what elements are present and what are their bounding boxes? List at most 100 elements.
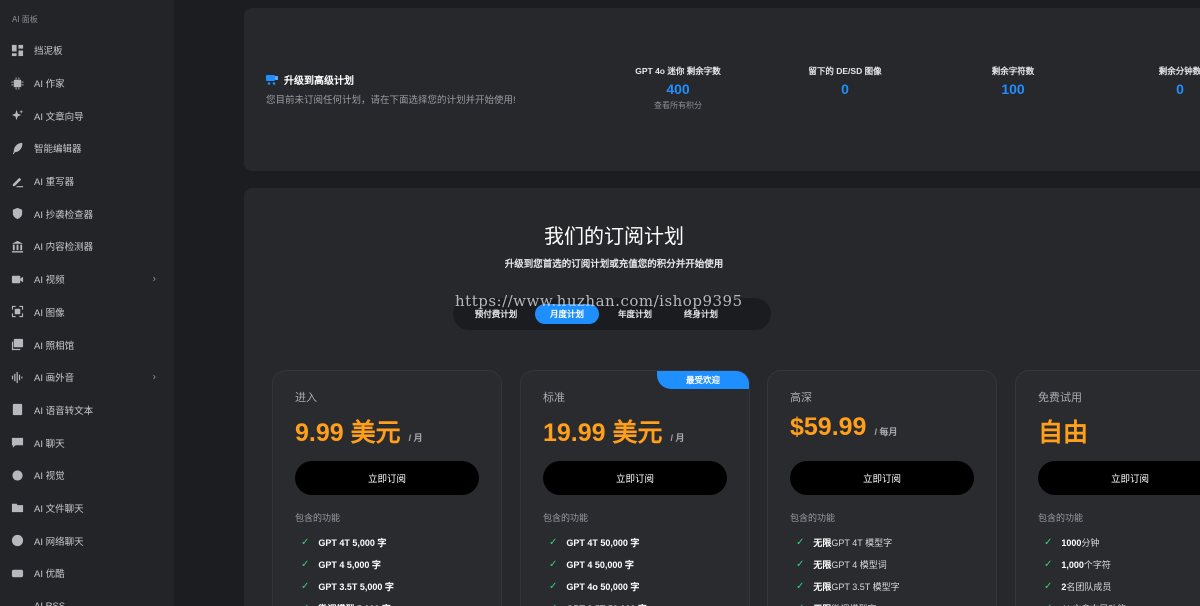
sidebar-item[interactable]: AI 照相馆	[0, 328, 174, 361]
plans-card: 我们的订阅计划 升级到您首选的订阅计划或充值您的积分并开始使用 预付费计划 月度…	[244, 188, 1200, 606]
sidebar-item-label: AI 图像	[34, 307, 65, 319]
chevron-right-icon[interactable]: ›	[153, 372, 156, 383]
sidebar-item[interactable]: AI 内容检测器	[0, 230, 174, 263]
waveform-icon	[10, 370, 24, 384]
feature-strong: 1000	[1061, 537, 1082, 548]
sidebar-item[interactable]: 挡泥板	[0, 34, 174, 67]
sidebar-item[interactable]: AI 视频 ›	[0, 263, 174, 296]
feature-item: ✓ GPT 4o 50,000 字	[549, 580, 639, 593]
chat-icon	[10, 436, 24, 450]
upgrade-title-text: 升级到高级计划	[284, 76, 354, 87]
plan-price-row: 9.99 美元 / 月	[295, 413, 423, 449]
plan-name: 免费试用	[1038, 392, 1082, 404]
sidebar-item[interactable]: AI 语音转文本	[0, 394, 174, 427]
sidebar-item[interactable]: AI 优酷	[0, 557, 174, 590]
feature-item: ✓ 微调模型 5,000 字	[301, 602, 391, 606]
sidebar-item-label: AI 语音转文本	[34, 405, 94, 417]
feature-strong: GPT 4T 5,000 字	[318, 538, 387, 548]
sidebar-item[interactable]: 智能编辑器	[0, 132, 174, 165]
plan-price: 19.99 美元	[543, 419, 663, 447]
feature-item: ✓ 无限 GPT 4 模型词	[796, 558, 887, 571]
sidebar-item-label: AI 聊天	[34, 438, 65, 450]
feature-strong: GPT 4T 50,000 字	[566, 538, 640, 548]
check-icon: ✓	[796, 559, 805, 570]
plan-card: 最受欢迎 标准 19.99 美元 / 月 立即订阅 包含的功能 ✓ GPT 4T 5…	[520, 370, 750, 606]
feature-item: ✓ GPT 4T 50,000 字	[549, 536, 639, 549]
audio-file-icon	[10, 403, 24, 417]
sidebar-item[interactable]: AI 文章向导	[0, 99, 174, 132]
subscribe-button[interactable]: 立即订阅	[295, 461, 479, 495]
subscribe-button[interactable]: 立即订阅	[1038, 461, 1200, 495]
feature-strong: GPT 4 5,000 字	[318, 560, 381, 570]
rss-icon	[10, 599, 24, 606]
feature-strong: GPT 3.5T 5,000 字	[318, 582, 394, 592]
subscribe-button[interactable]: 立即订阅	[543, 461, 727, 495]
check-icon: ✓	[796, 581, 805, 592]
feature-strong: 无限	[813, 602, 831, 606]
sidebar-item[interactable]: AI 文件聊天	[0, 492, 174, 525]
check-icon: ✓	[549, 559, 558, 570]
sidebar-item-label: AI 优酷	[34, 569, 65, 581]
sidebar-item-label: AI 作家	[34, 79, 65, 91]
image-scan-icon	[10, 305, 24, 319]
sidebar-item[interactable]: AI 聊天	[0, 426, 174, 459]
view-all-credits-link[interactable]: 查看所有积分	[628, 100, 728, 111]
sidebar-item-label: AI 文件聊天	[34, 503, 84, 515]
plan-price: $59.99	[790, 413, 867, 441]
sidebar-item[interactable]: AI 视觉	[0, 459, 174, 492]
stat-words: GPT 4o 迷你 剩余字数 400 查看所有积分	[628, 65, 728, 111]
brain-icon	[10, 468, 24, 482]
photo-icon	[10, 338, 24, 352]
features-title: 包含的功能	[543, 513, 589, 523]
plan-name: 进入	[295, 392, 317, 404]
youtube-icon	[10, 566, 24, 580]
feather-icon	[10, 141, 24, 155]
sidebar-item[interactable]: AI 网络聊天	[0, 524, 174, 557]
sidebar-item[interactable]: AI 作家	[0, 67, 174, 100]
feature-item: ✓ GPT 3.5T 50,000 字	[549, 602, 647, 606]
chevron-right-icon[interactable]: ›	[153, 274, 156, 285]
dashboard-icon	[10, 43, 24, 57]
sidebar-item[interactable]: AI 画外音 ›	[0, 361, 174, 394]
stat-value: 0	[1176, 81, 1184, 97]
stat-label: 留下的 DE/SD 图像	[808, 66, 882, 76]
feature-item: ✓ GPT 4 5,000 字	[301, 558, 381, 571]
check-icon: ✓	[301, 581, 310, 592]
sidebar-item-label: AI 照相馆	[34, 340, 75, 352]
sidebar-item[interactable]: AI 图像	[0, 296, 174, 329]
check-icon: ✓	[1044, 537, 1053, 548]
feature-strong: GPT 3.5T 50,000 字	[566, 602, 647, 606]
sidebar-item[interactable]: AI 抄袭检查器	[0, 197, 174, 230]
sidebar-item-label: AI 内容检测器	[34, 242, 94, 254]
feature-item: ✓ GPT 4T 5,000 字	[301, 536, 386, 549]
check-icon: ✓	[549, 537, 558, 548]
watermark-text: https://www.huzhan.com/ishop9395	[455, 292, 743, 310]
sidebar-item-label: AI 文章向导	[34, 111, 84, 123]
features-title: 包含的功能	[295, 513, 341, 523]
plan-name: 标准	[543, 392, 565, 404]
feature-item: ✓ AI 文章向导功能	[1044, 602, 1126, 606]
plan-price: 自由	[1038, 419, 1089, 447]
stat-label: 剩余字符数	[991, 66, 1035, 76]
shield-icon	[10, 207, 24, 221]
feature-strong: 1,000	[1061, 559, 1084, 570]
stat-characters: 剩余字符数 100	[963, 65, 1063, 97]
stat-minutes: 剩余分钟数 0	[1130, 65, 1200, 97]
sidebar-item[interactable]: AI RSS	[0, 590, 174, 606]
sidebar-item-label: 智能编辑器	[34, 144, 82, 156]
subscribe-button[interactable]: 立即订阅	[790, 461, 974, 495]
check-icon: ✓	[1044, 559, 1053, 570]
stat-value: 400	[666, 81, 690, 97]
plan-card: 免费试用 自由 立即订阅包含的功能 ✓ 1000 分钟 ✓ 1,000 个字符	[1015, 370, 1200, 606]
feature-text: GPT 4 模型词	[831, 560, 887, 570]
feature-item: ✓ 无限 GPT 3.5T 模型字	[796, 580, 900, 593]
sidebar-item-label: AI RSS	[34, 601, 65, 606]
sidebar-item-label: AI 重写器	[34, 177, 75, 189]
feature-strong: 无限	[813, 560, 832, 570]
feature-strong: 无限	[813, 538, 832, 548]
check-icon: ✓	[301, 537, 310, 548]
upgrade-subtitle: 您目前未订阅任何计划，请在下面选择您的计划并开始使用!	[266, 95, 516, 106]
plan-period: / 月	[670, 433, 685, 443]
sidebar-item[interactable]: AI 重写器	[0, 165, 174, 198]
plan-card: 高深 $59.99 / 每月 立即订阅 包含的功能 ✓ 无限 GPT 4T 模型字…	[767, 370, 997, 606]
